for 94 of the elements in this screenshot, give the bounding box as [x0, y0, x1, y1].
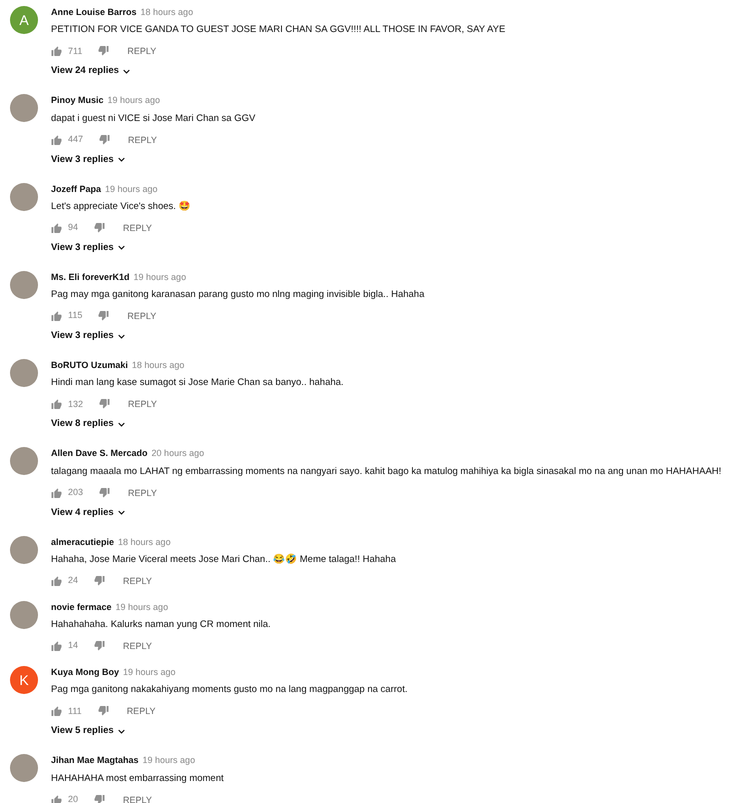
thumbs-down-icon[interactable] [94, 794, 106, 803]
comment-text: Pag mga ganitong nakakahiyang moments gusto mo na lang magpanggap na carrot. [51, 684, 408, 696]
thumbs-down-icon[interactable] [94, 222, 106, 233]
avatar[interactable]: K [10, 666, 38, 694]
author-name[interactable]: Jozeff Papa [51, 184, 102, 194]
view-replies-button[interactable]: View 5 replies [51, 725, 125, 738]
comment-time[interactable]: 19 hours ago [108, 95, 160, 106]
comment-time[interactable]: 19 hours ago [123, 667, 176, 677]
like-count: 447 [68, 132, 84, 146]
thumbs-up-icon[interactable] [51, 311, 62, 321]
author-name[interactable]: Ms. Eli foreverK1d [51, 272, 130, 282]
comment-text: Hahahahaha. Kalurks naman yung CR moment nila. [51, 619, 272, 631]
avatar-photo-placeholder[interactable] [10, 600, 38, 629]
avatar-photo-placeholder[interactable] [10, 536, 38, 564]
view-replies-button[interactable]: View 24 replies [51, 65, 130, 78]
thumbs-up-icon[interactable] [51, 46, 62, 56]
like-count: 203 [68, 486, 84, 499]
avatar-photo-placeholder[interactable] [10, 754, 38, 782]
like-count: 94 [68, 221, 78, 234]
avatar-photo-placeholder[interactable] [10, 94, 38, 122]
like-count: 24 [68, 574, 78, 587]
comment-text: Hindi man lang kase sumagot si Jose Marie Chan sa banyo.. hahaha. [51, 377, 345, 390]
reply-button[interactable]: REPLY [111, 574, 152, 587]
like-count: 111 [68, 704, 82, 718]
view-replies-button[interactable]: View 3 replies [51, 154, 125, 166]
comment-time[interactable]: 18 hours ago [132, 360, 184, 370]
comment-text: HAHAHAHA most embarrassing moment [51, 772, 225, 784]
comment-text: talagang maaala mo LAHAT ng embarrassing moments na nangyari sayo. kahit bago ka matulog mahihiya ka bigla sinasakal mo na ang unan mo HAHAHAAH! [51, 466, 722, 478]
thumbs-up-icon[interactable] [51, 576, 62, 586]
comment-time[interactable]: 19 hours ago [142, 755, 196, 766]
author-name[interactable]: Pinoy Music [51, 95, 104, 106]
thumbs-up-icon[interactable] [51, 706, 62, 716]
thumbs-down-icon[interactable] [94, 641, 106, 651]
author-name[interactable]: Jihan Mae Magtahas [51, 755, 139, 766]
view-replies-button[interactable]: View 4 replies [51, 506, 125, 518]
like-count: 14 [68, 639, 78, 652]
thumbs-down-icon[interactable] [99, 488, 110, 498]
chevron-down-icon [118, 422, 125, 427]
reply-button[interactable]: REPLY [116, 486, 157, 498]
avatar-photo-placeholder[interactable] [10, 270, 38, 299]
avatar[interactable]: A [10, 6, 38, 34]
thumbs-down-icon[interactable] [94, 576, 106, 586]
thumbs-up-icon[interactable] [51, 641, 62, 651]
author-name[interactable]: Kuya Mong Boy [51, 667, 120, 677]
comment-time[interactable]: 18 hours ago [140, 7, 194, 17]
like-count: 711 [68, 44, 82, 58]
reply-button[interactable]: REPLY [116, 398, 157, 410]
comment-text: PETITION FOR VICE GANDA TO GUEST JOSE MARI CHAN SA GGV!!!! ALL THOSE IN FAVOR, SAY AYE [51, 24, 506, 36]
thumbs-up-icon[interactable] [51, 488, 62, 498]
chevron-down-icon [118, 510, 125, 515]
reply-button[interactable]: REPLY [111, 222, 152, 234]
avatar-photo-placeholder[interactable] [10, 182, 38, 210]
reply-button[interactable]: REPLY [115, 310, 156, 322]
author-name[interactable]: almeracutiepie [51, 536, 114, 546]
chevron-down-icon [118, 245, 125, 250]
reply-button[interactable]: REPLY [111, 640, 152, 652]
thumbs-down-icon[interactable] [98, 706, 109, 716]
view-replies-button[interactable]: View 8 replies [51, 418, 125, 430]
comment-text: dapat i guest ni VICE si Jose Mari Chan sa GGV [51, 112, 256, 124]
like-count: 20 [68, 792, 78, 803]
reply-button[interactable]: REPLY [116, 134, 157, 146]
comment-time[interactable]: 19 hours ago [134, 272, 186, 282]
author-name[interactable]: Allen Dave S. Mercado [51, 448, 148, 458]
author-name[interactable]: BoRUTO Uzumaki [51, 360, 128, 370]
thumbs-up-icon[interactable] [51, 222, 62, 233]
comment-time[interactable]: 20 hours ago [152, 448, 204, 458]
reply-button[interactable]: REPLY [115, 45, 156, 58]
comment-time[interactable]: 19 hours ago [105, 184, 158, 194]
avatar-photo-placeholder[interactable] [10, 359, 38, 387]
like-count: 115 [68, 309, 82, 322]
comment-text: Pag may mga ganitong karanasan parang gusto mo nlng maging invisible bigla.. Hahaha [51, 289, 426, 301]
thumbs-down-icon[interactable] [98, 311, 110, 321]
author-name[interactable]: novie fermace [51, 602, 112, 612]
view-replies-button[interactable]: View 3 replies [51, 242, 125, 254]
chevron-down-icon [118, 728, 125, 734]
thumbs-down-icon[interactable] [99, 399, 110, 410]
avatar-photo-placeholder[interactable] [10, 447, 38, 476]
thumbs-up-icon[interactable] [51, 794, 62, 803]
like-count: 132 [68, 398, 84, 410]
reply-button[interactable]: REPLY [111, 794, 152, 803]
thumbs-up-icon[interactable] [51, 399, 62, 410]
comment-text: Hahaha, Jose Marie Viceral meets Jose Mari Chan.. 😂🤣 Meme talaga!! Hahaha [51, 554, 397, 566]
comment-time[interactable]: 19 hours ago [116, 602, 168, 612]
reply-button[interactable]: REPLY [114, 705, 156, 718]
author-name[interactable]: Anne Louise Barros [51, 7, 137, 17]
chevron-down-icon [118, 334, 125, 338]
thumbs-up-icon[interactable] [51, 134, 62, 144]
thumbs-down-icon[interactable] [99, 134, 110, 144]
chevron-down-icon [118, 157, 125, 162]
view-replies-button[interactable]: View 3 replies [51, 330, 125, 342]
thumbs-down-icon[interactable] [98, 46, 110, 56]
comment-time[interactable]: 18 hours ago [118, 536, 171, 546]
comment-text: Let's appreciate Vice's shoes. 🤩 [51, 200, 192, 213]
chevron-down-icon [122, 68, 130, 74]
